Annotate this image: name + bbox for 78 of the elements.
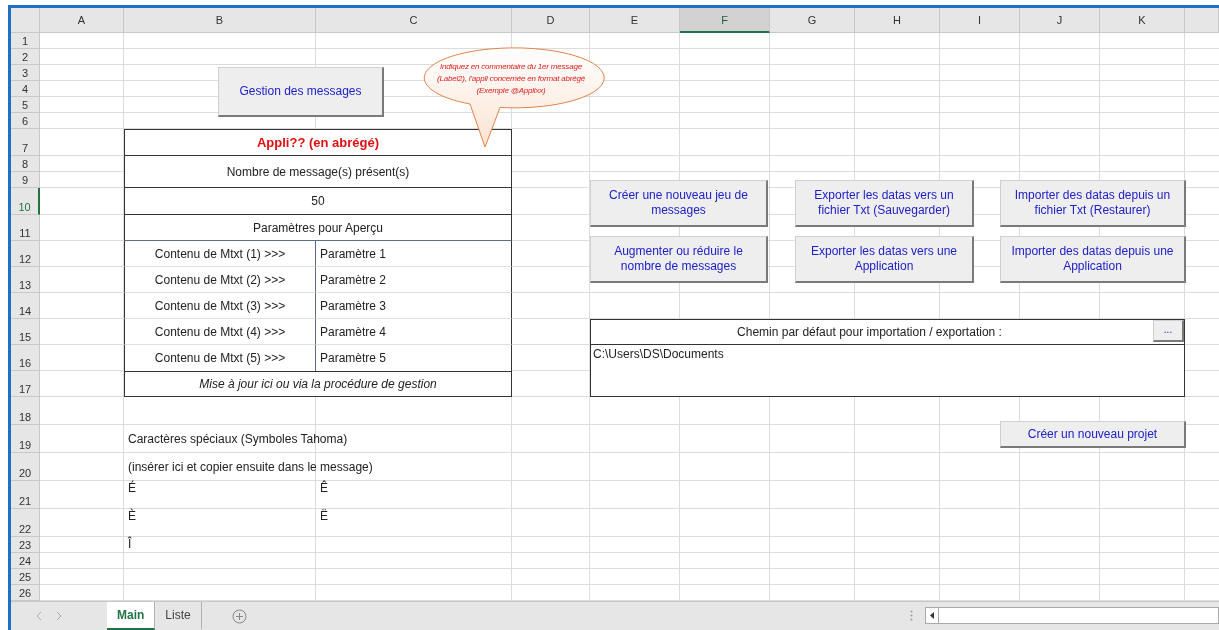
row-header[interactable]: 12 [11,241,40,267]
row-header[interactable]: 23 [11,537,40,553]
row-header[interactable]: 15 [11,319,40,345]
row-header[interactable]: 4 [11,81,40,97]
callout-text: Indiquez en commentaire du 1er message (Label2), l'appli concernée en format abrégé (Exemple @Applixx) [436,61,586,97]
column-header[interactable]: E [590,8,680,33]
column-header[interactable]: G [770,8,855,33]
row-header[interactable]: 22 [11,509,40,537]
row-header[interactable]: 2 [11,49,40,65]
row-header[interactable]: 13 [11,267,40,293]
add-sheet-icon[interactable] [231,608,247,624]
select-all-button[interactable] [11,8,40,33]
column-header[interactable]: K [1100,8,1185,33]
cell-text: Caractères spéciaux (Symboles Tahoma) [124,425,512,453]
row-header[interactable]: 11 [11,215,40,241]
column-header[interactable]: F [680,8,770,33]
macro-button[interactable]: Importer des datas depuis une Application [1000,236,1186,283]
sheet-tab[interactable]: Liste [155,602,202,630]
macro-button[interactable]: Gestion des messages [218,67,384,117]
cell-text: Ê [319,481,329,497]
table-cell: Paramètre 3 [316,293,512,319]
table-title: Appli?? (en abrégé) [124,129,512,156]
row-header[interactable]: 17 [11,371,40,397]
browse-button[interactable]: ... [1153,320,1184,342]
row-header[interactable]: 5 [11,97,40,113]
column-header[interactable]: D [512,8,590,33]
path-field[interactable]: C:\Users\DS\Documents [590,345,1185,397]
macro-button[interactable]: Créer un nouveau projet [1000,421,1186,448]
sheet-tab[interactable]: Main [107,602,156,630]
row-header[interactable]: 14 [11,293,40,319]
table-cell: Contenu de Mtxt (1) >>> [124,241,316,267]
row-header[interactable]: 20 [11,453,40,481]
macro-button[interactable]: Importer des datas depuis un fichier Txt (Restaurer) [1000,180,1186,227]
table-cell: Contenu de Mtxt (5) >>> [124,345,316,371]
row-header[interactable]: 1 [11,33,40,49]
table-cell: Mise à jour ici ou via la procédure de gestion [124,371,512,397]
row-header[interactable]: 7 [11,129,40,156]
row-header[interactable]: 26 [11,585,40,601]
row-header[interactable]: 21 [11,481,40,509]
table-cell: Nombre de message(s) présent(s) [124,156,512,188]
cell-text: (insérer ici et copier ensuite dans le message) [124,453,512,481]
row-header[interactable]: 10 [11,188,40,215]
column-header[interactable]: B [124,8,316,33]
table-cell: Contenu de Mtxt (2) >>> [124,267,316,293]
column-header[interactable]: C [316,8,512,33]
cell-text: Ë [319,509,329,525]
macro-button[interactable]: Exporter les datas vers un fichier Txt (Sauvegarder) [795,180,974,227]
row-header[interactable]: 9 [11,172,40,188]
macro-button[interactable]: Augmenter ou réduire le nombre de messages [590,236,768,283]
table-cell: Paramètre 5 [316,345,512,371]
header-strip [1185,8,1219,33]
cell-text: É [127,481,137,497]
table-cell: Contenu de Mtxt (4) >>> [124,319,316,345]
row-header[interactable]: 3 [11,65,40,81]
column-header[interactable]: A [40,8,124,33]
table-cell: Paramètres pour Aperçu [124,215,512,241]
row-header[interactable]: 19 [11,425,40,453]
macro-button[interactable]: Exporter les datas vers une Application [795,236,974,283]
splitter-icon[interactable] [910,610,913,621]
table-cell: Paramètre 4 [316,319,512,345]
row-header[interactable]: 16 [11,345,40,371]
table-cell: Contenu de Mtxt (3) >>> [124,293,316,319]
row-header[interactable]: 8 [11,156,40,172]
row-header[interactable]: 25 [11,569,40,585]
horizontal-scrollbar[interactable] [925,607,1219,624]
cell-text: Î [127,537,133,553]
column-header[interactable]: H [855,8,940,33]
table-cell: 50 [124,188,512,215]
macro-button[interactable]: Créer une nouveau jeu de messages [590,180,768,227]
table-cell: Paramètre 1 [316,241,512,267]
scroll-left-icon[interactable] [930,612,934,619]
table-cell: Paramètre 2 [316,267,512,293]
row-header[interactable]: 18 [11,397,40,425]
row-header[interactable]: 24 [11,553,40,569]
column-header[interactable]: I [940,8,1020,33]
row-header[interactable]: 6 [11,113,40,129]
cell-text: È [127,509,137,525]
column-header[interactable]: J [1020,8,1100,33]
